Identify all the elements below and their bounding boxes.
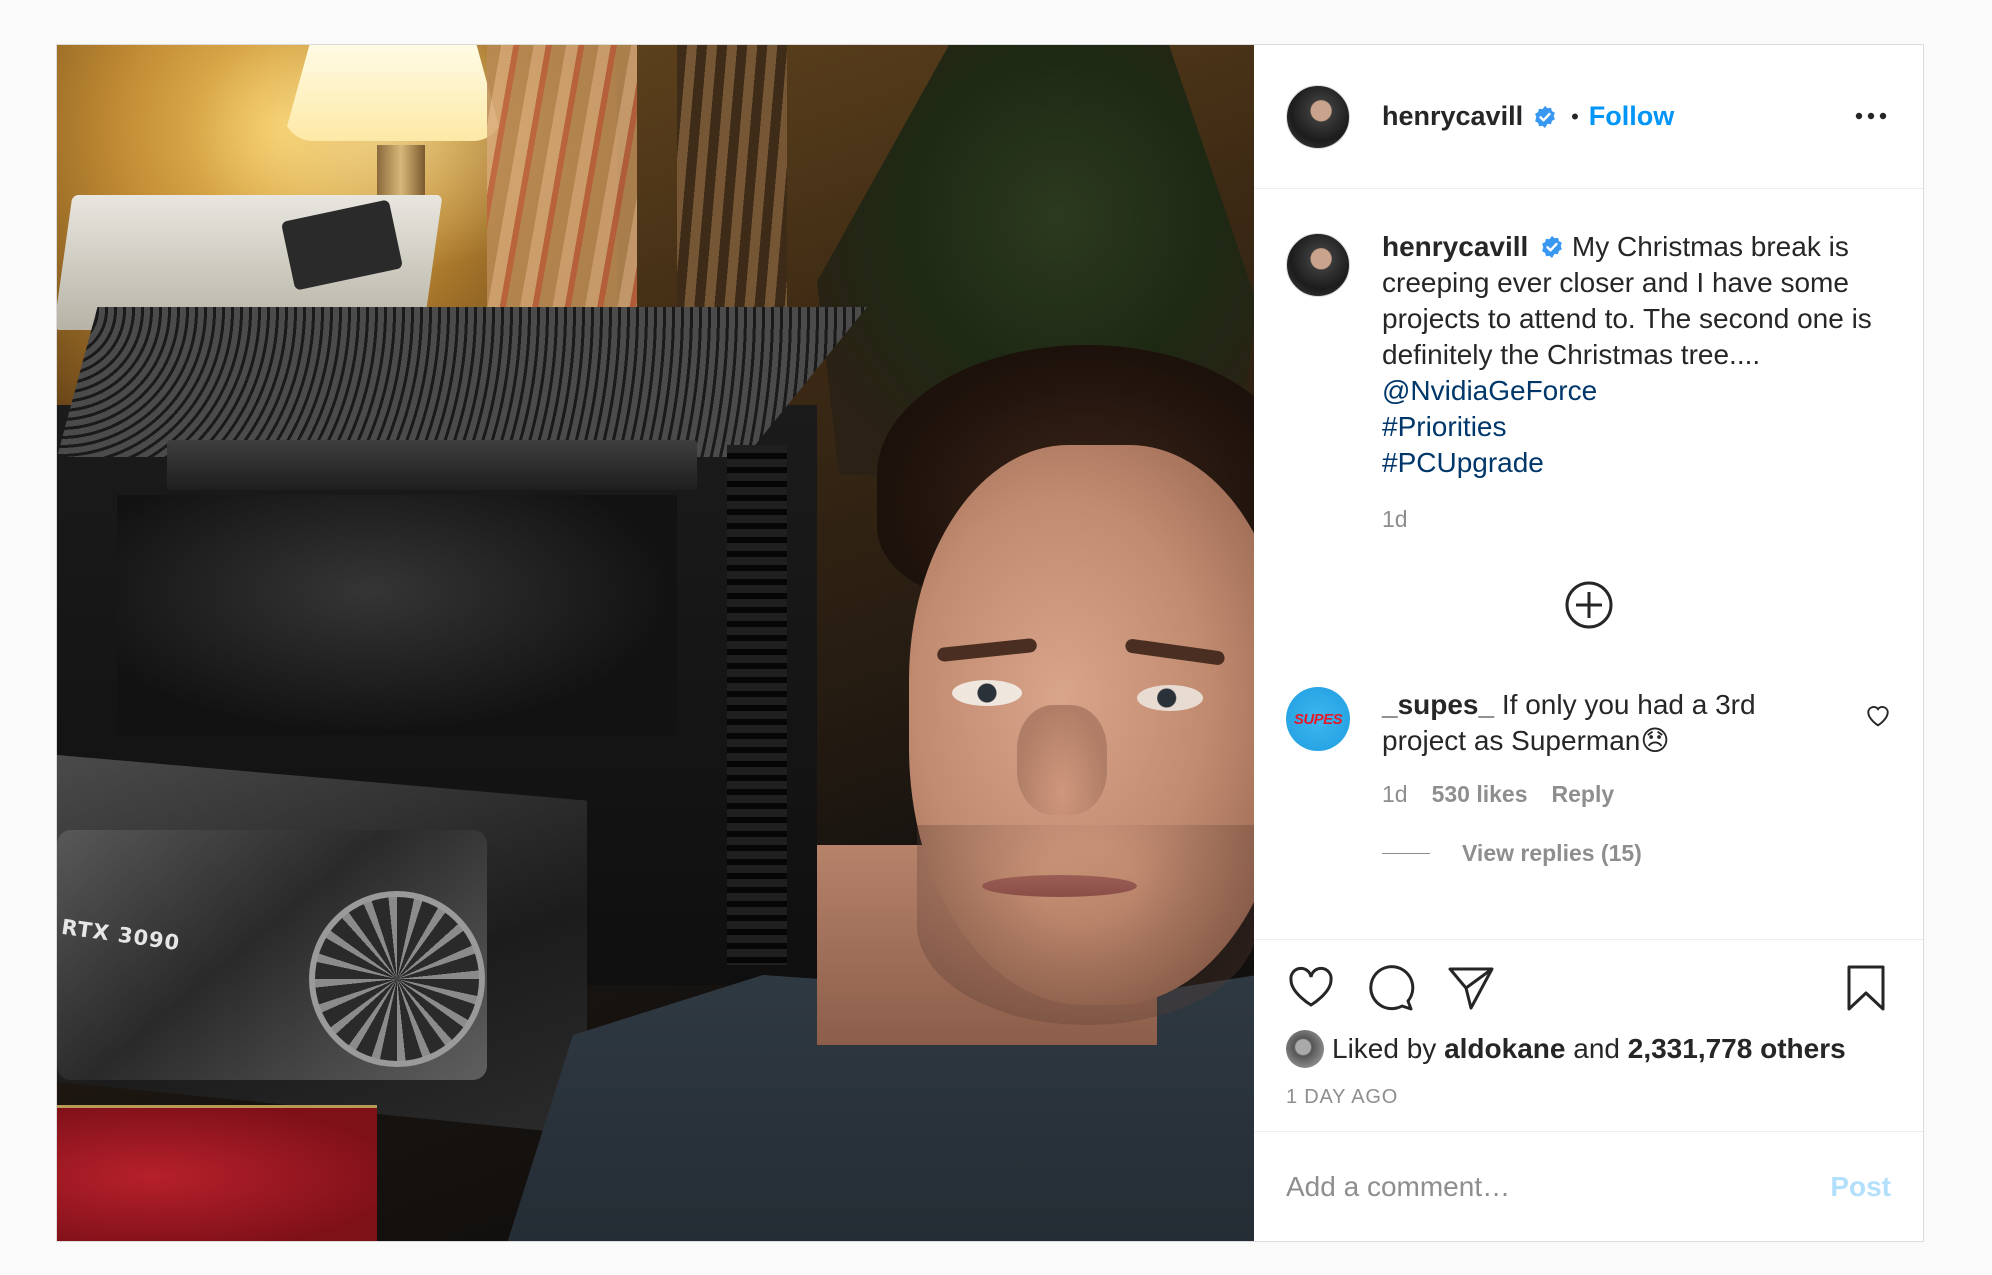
photo-red-mat [57,1105,377,1241]
post-sidebar: henrycavill • Follow henrycavill My Chri… [1254,45,1923,1241]
post-card: RTX 3090 henrycavill • Follow henrycavil… [56,44,1924,1242]
action-icons [1286,960,1891,1016]
comment-icon[interactable] [1366,963,1416,1013]
verified-badge-icon [1535,105,1555,128]
post-photo[interactable]: RTX 3090 [57,45,1254,1241]
hashtag-pcupgrade[interactable]: #PCUpgrade [1382,445,1872,481]
hashtag-priorities[interactable]: #Priorities [1382,409,1872,445]
commenter-username[interactable]: _supes_ [1382,689,1494,720]
view-replies-label[interactable]: View replies (15) [1462,840,1642,867]
load-more-wrap [1286,579,1891,631]
commenter-avatar[interactable]: SUPES [1286,687,1350,751]
photo-pc-case-rail [167,440,697,490]
photo-eye-left [952,680,1022,706]
view-replies[interactable]: View replies (15) [1382,840,1891,867]
author-username[interactable]: henrycavill [1382,101,1523,132]
post-timestamp[interactable]: 1 DAY AGO [1286,1086,1891,1109]
author-avatar[interactable] [1286,84,1350,149]
verified-badge-icon [1542,236,1562,258]
caption-avatar[interactable] [1286,233,1350,297]
liker-username[interactable]: aldokane [1444,1033,1565,1065]
more-options-icon[interactable] [1851,101,1891,131]
caption-username[interactable]: henrycavill [1382,231,1528,262]
load-more-icon[interactable] [1563,579,1615,631]
post-header: henrycavill • Follow [1254,45,1923,189]
comment-likes[interactable]: 530 likes [1432,781,1528,808]
replies-line [1382,853,1430,854]
comment-like-heart-icon[interactable] [1865,703,1891,727]
header-separator: • [1571,103,1579,129]
share-icon[interactable] [1446,963,1496,1013]
follow-button[interactable]: Follow [1589,101,1674,132]
comment-body: _supes_ If only you had a 3rd project as… [1382,687,1802,759]
comments-section[interactable]: henrycavill My Christmas break is creepi… [1254,189,1923,939]
liker-avatar[interactable] [1286,1030,1324,1068]
photo-stubble [917,825,1254,1025]
post-comment-button[interactable]: Post [1830,1171,1891,1203]
photo-eye-right [1137,685,1203,711]
comment-meta: 1d 530 likes Reply [1382,781,1891,808]
bookmark-icon[interactable] [1841,963,1891,1013]
likes-prefix: Liked by [1332,1033,1437,1064]
caption: henrycavill My Christmas break is creepi… [1286,229,1891,537]
likes-conjunction: and [1573,1033,1620,1064]
likes-summary: Liked by aldokane and 2,331,778 others [1286,1030,1891,1068]
photo-pc-case-top [57,307,867,457]
add-comment-input[interactable] [1286,1170,1831,1203]
photo-nose [1017,705,1107,815]
photo-gpu-fan [309,891,485,1067]
caption-time[interactable]: 1d [1382,501,1872,537]
action-bar: Liked by aldokane and 2,331,778 others 1… [1254,939,1923,1131]
photo-pc-internals [117,495,677,735]
photo-pc-vent [727,445,787,965]
photo-curtain-left [487,45,637,345]
heart-icon[interactable] [1286,963,1336,1013]
photo-mouth [982,875,1137,897]
photo-lamp-shade [283,45,503,141]
add-comment-bar: Post [1254,1131,1923,1241]
comment-time[interactable]: 1d [1382,781,1408,808]
caption-mention[interactable]: @NvidiaGeForce [1382,373,1872,409]
comment-item: SUPES _supes_ If only you had a 3rd proj… [1286,687,1891,759]
caption-body: henrycavill My Christmas break is creepi… [1382,229,1872,537]
reply-button[interactable]: Reply [1552,781,1615,808]
likes-others[interactable]: 2,331,778 others [1628,1033,1846,1065]
